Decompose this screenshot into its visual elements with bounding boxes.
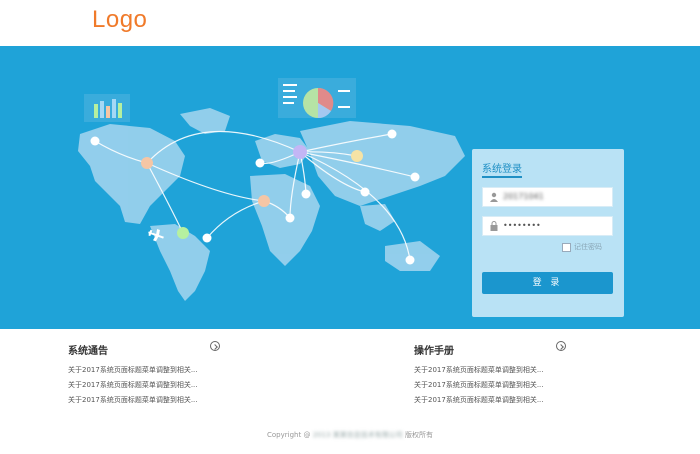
logo[interactable]: Logo (92, 6, 147, 34)
remember-label: 记住密码 (574, 243, 602, 251)
remember-password[interactable]: 记住密码 (562, 242, 602, 252)
lock-icon (490, 221, 498, 231)
list-item[interactable]: 关于2017系统页面标题菜单调整到相关... (414, 378, 566, 393)
login-title: 系统登录 (482, 160, 522, 178)
manual-list: 关于2017系统页面标题菜单调整到相关... 关于2017系统页面标题菜单调整到… (414, 363, 566, 408)
notice-list: 关于2017系统页面标题菜单调整到相关... 关于2017系统页面标题菜单调整到… (68, 363, 220, 408)
notice-panel: 系统通告 关于2017系统页面标题菜单调整到相关... 关于2017系统页面标题… (68, 341, 220, 408)
hero-banner: 系统登录 20171041 •••••••• 记住密码 登 录 (0, 46, 700, 329)
manual-panel: 操作手册 关于2017系统页面标题菜单调整到相关... 关于2017系统页面标题… (414, 341, 566, 408)
notice-more-icon[interactable] (210, 341, 220, 351)
copyright-suffix: 版权所有 (404, 431, 433, 439)
bar-chart-widget (84, 94, 130, 122)
list-item[interactable]: 关于2017系统页面标题菜单调整到相关... (68, 378, 220, 393)
manual-more-icon[interactable] (556, 341, 566, 351)
username-field[interactable]: 20171041 (482, 187, 613, 207)
manual-title: 操作手册 (414, 346, 454, 357)
list-item[interactable]: 关于2017系统页面标题菜单调整到相关... (68, 393, 220, 408)
password-field[interactable]: •••••••• (482, 216, 613, 236)
list-item[interactable]: 关于2017系统页面标题菜单调整到相关... (414, 363, 566, 378)
copyright-prefix: Copyright @ (267, 431, 311, 439)
footer: Copyright @ 2013 某某信息技术有限公司 版权所有 (0, 430, 700, 440)
login-button[interactable]: 登 录 (482, 272, 613, 294)
username-value: 20171041 (503, 192, 544, 201)
pie-chart-widget (278, 78, 356, 119)
list-item[interactable]: 关于2017系统页面标题菜单调整到相关... (414, 393, 566, 408)
login-panel: 系统登录 20171041 •••••••• 记住密码 登 录 (472, 149, 624, 317)
notice-title: 系统通告 (68, 346, 108, 357)
remember-checkbox[interactable] (562, 242, 571, 252)
list-item[interactable]: 关于2017系统页面标题菜单调整到相关... (68, 363, 220, 378)
header: Logo (0, 0, 700, 46)
copyright-company: 2013 某某信息技术有限公司 (312, 431, 403, 439)
user-icon (490, 192, 498, 202)
password-value: •••••••• (503, 221, 541, 230)
